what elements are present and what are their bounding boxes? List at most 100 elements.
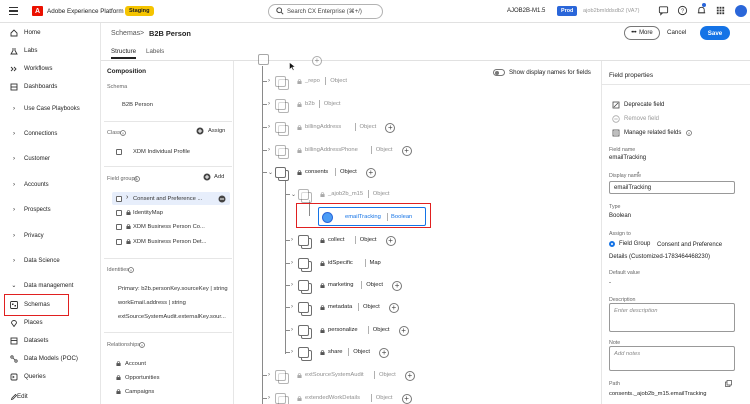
- help-icon[interactable]: ?: [677, 5, 688, 16]
- field-group-checkbox[interactable]: [116, 224, 122, 230]
- bell-icon[interactable]: [696, 5, 707, 16]
- nav-item-datasets[interactable]: Datasets: [0, 334, 100, 347]
- chevron-right-icon[interactable]: ›: [126, 194, 128, 201]
- object-node-icon[interactable]: [275, 370, 286, 381]
- nav-item-customer[interactable]: › Customer: [0, 152, 100, 165]
- info-icon[interactable]: [134, 176, 140, 182]
- assign-class-button[interactable]: Assign: [208, 128, 225, 134]
- nav-item-home[interactable]: Home: [0, 26, 100, 39]
- class-checkbox[interactable]: [116, 149, 122, 155]
- field-group-checkbox[interactable]: [116, 239, 122, 245]
- field-group-radio[interactable]: [609, 241, 615, 247]
- nav-item-workflows[interactable]: Workflows: [0, 62, 100, 75]
- object-node-icon[interactable]: [298, 302, 309, 313]
- object-node-icon[interactable]: [275, 393, 286, 404]
- chevron-right-icon[interactable]: ›: [268, 101, 270, 107]
- chevron-right-icon[interactable]: ›: [291, 304, 293, 310]
- field-group-item[interactable]: XDM Business Person Co...: [133, 224, 205, 230]
- field-name-marketing[interactable]: marketing: [328, 282, 353, 288]
- field-group-item[interactable]: Consent and Preference ...: [133, 196, 202, 202]
- object-node-icon[interactable]: [298, 280, 309, 291]
- add-field-button[interactable]: +: [365, 168, 376, 178]
- add-field-button[interactable]: +: [379, 348, 390, 358]
- relationship-item[interactable]: Opportunities: [125, 375, 159, 381]
- info-icon[interactable]: [139, 342, 145, 348]
- object-node-icon[interactable]: [298, 347, 309, 358]
- chevron-right-icon[interactable]: ›: [291, 260, 293, 266]
- save-button[interactable]: Save: [700, 26, 730, 40]
- object-node-icon[interactable]: [298, 258, 309, 269]
- field-name-extsourcesystemaudit[interactable]: extSourceSystemAudit: [305, 372, 364, 378]
- field-group-checkbox[interactable]: [116, 196, 122, 202]
- avatar[interactable]: [735, 5, 747, 17]
- schema-name[interactable]: B2B Person: [122, 102, 153, 108]
- env-badge[interactable]: Prod: [557, 6, 578, 16]
- relationship-item[interactable]: Account: [125, 361, 146, 367]
- add-field-button[interactable]: +: [392, 281, 403, 291]
- nav-item-data-science[interactable]: › Data Science: [0, 254, 100, 267]
- add-field-button[interactable]: +: [312, 56, 322, 66]
- field-name-idspecific[interactable]: idSpecific: [328, 260, 353, 266]
- chevron-right-icon[interactable]: ›: [291, 349, 293, 355]
- chevron-right-icon[interactable]: ›: [268, 372, 270, 378]
- info-icon[interactable]: [128, 267, 134, 273]
- object-node-icon[interactable]: [298, 325, 309, 336]
- add-circle-icon[interactable]: [196, 127, 204, 135]
- add-field-button[interactable]: +: [401, 146, 412, 156]
- manage-related-fields-button[interactable]: Manage related fields: [624, 130, 681, 136]
- chevron-right-icon[interactable]: ›: [268, 124, 270, 130]
- add-field-button[interactable]: +: [385, 236, 396, 246]
- nav-item-prospects[interactable]: › Prospects: [0, 203, 100, 216]
- nav-item-dashboards[interactable]: Dashboards: [0, 80, 100, 93]
- chevron-right-icon[interactable]: ›: [291, 327, 293, 333]
- adobe-logo[interactable]: A: [32, 6, 43, 16]
- hamburger-menu-icon[interactable]: [8, 6, 18, 16]
- object-node-icon[interactable]: [275, 145, 286, 156]
- nav-edit[interactable]: Edit: [0, 390, 100, 403]
- nav-item-places[interactable]: Places: [0, 316, 100, 329]
- field-group-item[interactable]: IdentityMap: [133, 210, 163, 216]
- app-name[interactable]: Adobe Experience Platform: [47, 8, 124, 15]
- chevron-right-icon[interactable]: ›: [268, 147, 270, 153]
- nav-item-labs[interactable]: Labs: [0, 44, 100, 57]
- identity-item[interactable]: extSourceSystemAudit.externalKey.sour...: [118, 314, 226, 320]
- field-name-share[interactable]: share: [328, 349, 343, 355]
- field-name-extendedworkdetails[interactable]: extendedWorkDetails: [305, 395, 360, 401]
- info-icon[interactable]: [120, 130, 126, 136]
- object-node-icon[interactable]: [275, 167, 286, 178]
- add-circle-icon[interactable]: [203, 173, 211, 181]
- chevron-right-icon[interactable]: ›: [268, 395, 270, 401]
- identity-item[interactable]: workEmail.address | string: [118, 300, 186, 306]
- assign-to-option[interactable]: Field Group: [619, 241, 650, 247]
- add-field-button[interactable]: +: [388, 303, 399, 313]
- class-name[interactable]: XDM Individual Profile: [133, 149, 190, 155]
- root-node-box[interactable]: [258, 54, 269, 65]
- nav-item-data-models[interactable]: Data Models (POC): [0, 352, 100, 365]
- field-name-b2b[interactable]: b2b: [305, 101, 315, 107]
- apps-grid-icon[interactable]: [715, 5, 726, 16]
- field-name-metadata[interactable]: metadata: [328, 304, 352, 310]
- field-name-collect[interactable]: collect: [328, 237, 344, 243]
- add-field-button[interactable]: +: [404, 371, 415, 381]
- search-input[interactable]: Search CX Enterprise (⌘+/): [268, 4, 383, 19]
- identity-item[interactable]: Primary: b2b.personKey.sourceKey | strin…: [118, 286, 228, 292]
- nav-item-accounts[interactable]: › Accounts: [0, 178, 100, 191]
- display-name-input[interactable]: emailTracking: [609, 181, 735, 194]
- nav-item-use-case-playbooks[interactable]: › Use Case Playbooks: [0, 102, 100, 115]
- breadcrumb-schemas[interactable]: Schemas: [111, 30, 140, 37]
- nav-item-data-management[interactable]: ⌄ Data management: [0, 279, 100, 292]
- note-textarea[interactable]: Add notes: [609, 346, 735, 371]
- field-name-billingaddressphone[interactable]: billingAddressPhone: [305, 147, 358, 153]
- remove-field-button[interactable]: Remove field: [624, 116, 659, 122]
- chevron-down-icon[interactable]: ⌄: [291, 191, 296, 198]
- object-node-icon[interactable]: [275, 122, 286, 133]
- field-name-billingaddress[interactable]: billingAddress: [305, 124, 341, 130]
- field-name-consents[interactable]: consents: [305, 169, 328, 175]
- nav-item-privacy[interactable]: › Privacy: [0, 229, 100, 242]
- object-node-icon[interactable]: [298, 189, 309, 200]
- field-name-repo[interactable]: _repo: [305, 78, 320, 84]
- nav-item-queries[interactable]: Queries: [0, 370, 100, 383]
- field-name-emailtracking[interactable]: emailTracking: [345, 214, 381, 220]
- sandbox-badge[interactable]: Staging: [125, 6, 154, 16]
- deprecate-field-button[interactable]: Deprecate field: [624, 102, 664, 108]
